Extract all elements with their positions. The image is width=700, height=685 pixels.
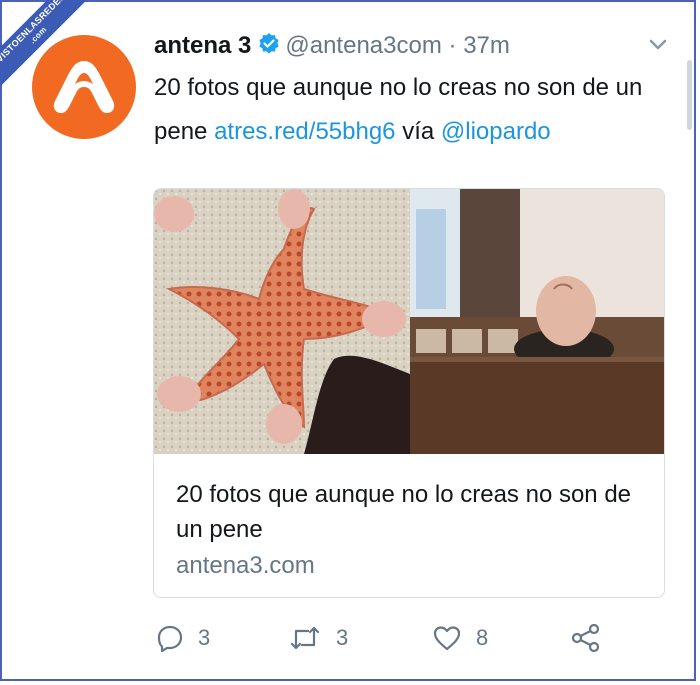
verified-badge-icon bbox=[257, 32, 281, 65]
like-count: 8 bbox=[476, 625, 489, 650]
card-image bbox=[154, 189, 664, 454]
chevron-down-icon[interactable] bbox=[648, 38, 668, 57]
avatar[interactable] bbox=[32, 35, 136, 139]
link-card[interactable]: 20 fotos que aunque no lo creas no son d… bbox=[153, 188, 665, 598]
author-handle[interactable]: @antena3com bbox=[285, 32, 441, 59]
retweet-button[interactable]: 3 bbox=[288, 620, 348, 656]
retweet-count: 3 bbox=[336, 625, 349, 650]
author-name[interactable]: antena 3 bbox=[154, 32, 251, 59]
tweet-link[interactable]: atres.red/55bhg6 bbox=[214, 118, 395, 145]
antena3-logo-icon bbox=[53, 61, 115, 113]
tweet-header: antena 3 @antena3com · 37m bbox=[154, 30, 640, 65]
like-button[interactable]: 8 bbox=[432, 620, 488, 656]
share-icon bbox=[571, 623, 600, 653]
reply-button[interactable]: 3 bbox=[156, 620, 210, 656]
separator-dot: · bbox=[448, 32, 457, 59]
card-domain: antena3.com bbox=[176, 552, 315, 579]
tweet-actions: 3 3 8 bbox=[156, 620, 626, 656]
scrollbar-thumb[interactable] bbox=[687, 60, 692, 130]
share-button[interactable] bbox=[570, 620, 616, 656]
reply-count: 3 bbox=[198, 625, 211, 650]
booth-photo bbox=[410, 189, 664, 454]
tweet-text: 20 fotos que aunque no lo creas no son d… bbox=[154, 66, 664, 154]
card-title[interactable]: 20 fotos que aunque no lo creas no son d… bbox=[176, 477, 646, 547]
reply-icon bbox=[157, 625, 183, 652]
heart-icon bbox=[433, 626, 461, 651]
tweet-via: vía bbox=[402, 118, 435, 145]
tweet-mention[interactable]: @liopardo bbox=[441, 118, 551, 145]
starfish-photo bbox=[154, 189, 410, 454]
retweet-icon bbox=[290, 626, 320, 650]
tweet-timestamp[interactable]: 37m bbox=[463, 32, 510, 59]
